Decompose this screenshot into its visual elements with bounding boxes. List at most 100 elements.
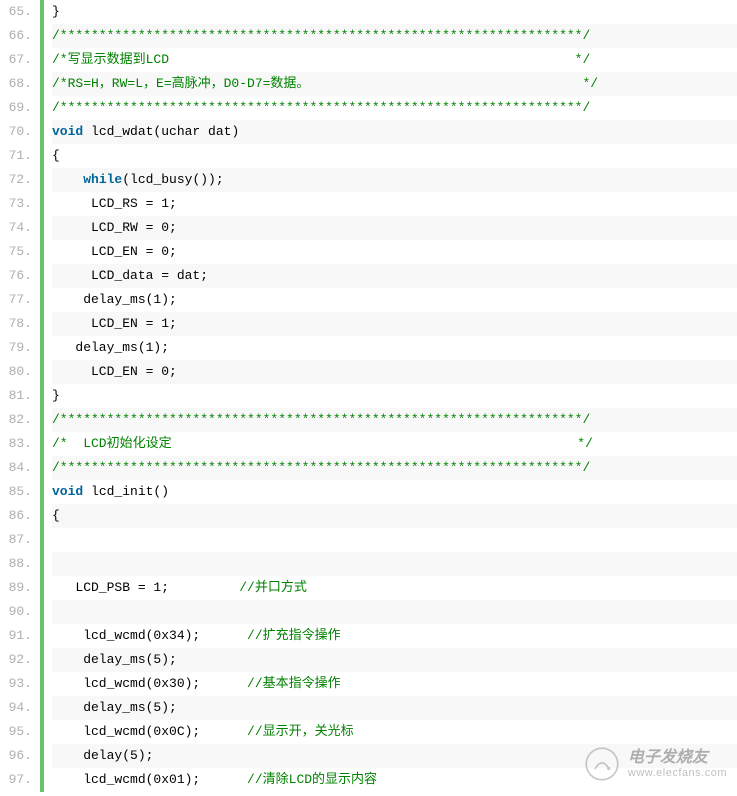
line-number: 69. bbox=[0, 96, 36, 120]
token-plain: delay_ms(1); bbox=[52, 336, 169, 360]
line-number: 89. bbox=[0, 576, 36, 600]
line-number: 65. bbox=[0, 0, 36, 24]
token-plain: delay_ms(1); bbox=[52, 288, 177, 312]
token-comment: /***************************************… bbox=[52, 96, 590, 120]
line-number: 97. bbox=[0, 768, 36, 792]
line-number: 95. bbox=[0, 720, 36, 744]
token-plain bbox=[52, 168, 83, 192]
code-line: { bbox=[52, 144, 737, 168]
token-plain: } bbox=[52, 384, 60, 408]
token-plain: lcd_wdat(uchar dat) bbox=[83, 120, 239, 144]
code-line: /*写显示数据到LCD */ bbox=[52, 48, 737, 72]
token-comment: /*RS=H，RW=L，E=高脉冲，D0-D7=数据。 */ bbox=[52, 72, 598, 96]
token-comment: /***************************************… bbox=[52, 24, 590, 48]
token-comment: //清除LCD的显示内容 bbox=[247, 768, 377, 792]
token-plain: lcd_init() bbox=[83, 480, 169, 504]
line-number: 75. bbox=[0, 240, 36, 264]
code-line: lcd_wcmd(0x0C); //显示开，关光标 bbox=[52, 720, 737, 744]
code-line: LCD_RW = 0; bbox=[52, 216, 737, 240]
line-number: 83. bbox=[0, 432, 36, 456]
line-number: 96. bbox=[0, 744, 36, 768]
code-line: } bbox=[52, 384, 737, 408]
code-line bbox=[52, 528, 737, 552]
token-plain: } bbox=[52, 0, 60, 24]
code-line: /***************************************… bbox=[52, 24, 737, 48]
line-number: 70. bbox=[0, 120, 36, 144]
token-comment: /***************************************… bbox=[52, 456, 590, 480]
line-number: 90. bbox=[0, 600, 36, 624]
line-number: 84. bbox=[0, 456, 36, 480]
token-comment: /* LCD初始化设定 */ bbox=[52, 432, 593, 456]
code-lines: }/**************************************… bbox=[44, 0, 737, 792]
token-plain: LCD_EN = 0; bbox=[52, 240, 177, 264]
line-number: 94. bbox=[0, 696, 36, 720]
code-line: LCD_EN = 0; bbox=[52, 360, 737, 384]
code-line: /***************************************… bbox=[52, 96, 737, 120]
code-line: lcd_wcmd(0x34); //扩充指令操作 bbox=[52, 624, 737, 648]
line-number: 73. bbox=[0, 192, 36, 216]
token-plain: lcd_wcmd(0x01); bbox=[52, 768, 247, 792]
token-plain: LCD_RS = 1; bbox=[52, 192, 177, 216]
code-line: LCD_EN = 0; bbox=[52, 240, 737, 264]
line-number: 81. bbox=[0, 384, 36, 408]
token-plain bbox=[52, 552, 60, 576]
token-plain: LCD_PSB = 1; bbox=[52, 576, 239, 600]
token-comment: /*写显示数据到LCD */ bbox=[52, 48, 590, 72]
line-number: 71. bbox=[0, 144, 36, 168]
token-plain bbox=[52, 600, 60, 624]
token-comment: //并口方式 bbox=[239, 576, 307, 600]
line-number: 87. bbox=[0, 528, 36, 552]
code-line: /*RS=H，RW=L，E=高脉冲，D0-D7=数据。 */ bbox=[52, 72, 737, 96]
code-line: delay_ms(1); bbox=[52, 336, 737, 360]
code-line: /* LCD初始化设定 */ bbox=[52, 432, 737, 456]
token-plain: (lcd_busy()); bbox=[122, 168, 223, 192]
code-line: void lcd_init() bbox=[52, 480, 737, 504]
code-line: /***************************************… bbox=[52, 408, 737, 432]
token-comment: //扩充指令操作 bbox=[247, 624, 341, 648]
line-number: 91. bbox=[0, 624, 36, 648]
token-plain: delay_ms(5); bbox=[52, 696, 177, 720]
token-plain: lcd_wcmd(0x0C); bbox=[52, 720, 247, 744]
token-plain: { bbox=[52, 144, 60, 168]
line-number: 80. bbox=[0, 360, 36, 384]
token-plain: LCD_EN = 1; bbox=[52, 312, 177, 336]
line-number: 78. bbox=[0, 312, 36, 336]
code-line: delay_ms(5); bbox=[52, 696, 737, 720]
token-plain: { bbox=[52, 504, 68, 528]
code-line bbox=[52, 600, 737, 624]
code-line: LCD_EN = 1; bbox=[52, 312, 737, 336]
token-plain: LCD_RW = 0; bbox=[52, 216, 177, 240]
code-line: while(lcd_busy()); bbox=[52, 168, 737, 192]
line-number: 93. bbox=[0, 672, 36, 696]
line-number: 76. bbox=[0, 264, 36, 288]
line-number-gutter: 65.66.67.68.69.70.71.72.73.74.75.76.77.7… bbox=[0, 0, 40, 792]
code-line: delay(5); bbox=[52, 744, 737, 768]
code-line: delay_ms(1); bbox=[52, 288, 737, 312]
token-comment: //显示开，关光标 bbox=[247, 720, 354, 744]
line-number: 79. bbox=[0, 336, 36, 360]
code-block: 65.66.67.68.69.70.71.72.73.74.75.76.77.7… bbox=[0, 0, 737, 792]
token-keyword: while bbox=[83, 168, 122, 192]
token-plain bbox=[52, 528, 60, 552]
line-number: 77. bbox=[0, 288, 36, 312]
token-comment: //基本指令操作 bbox=[247, 672, 341, 696]
token-keyword: void bbox=[52, 480, 83, 504]
token-plain: delay_ms(5); bbox=[52, 648, 177, 672]
line-number: 88. bbox=[0, 552, 36, 576]
token-plain: LCD_data = dat; bbox=[52, 264, 208, 288]
code-line: delay_ms(5); bbox=[52, 648, 737, 672]
token-plain: LCD_EN = 0; bbox=[52, 360, 185, 384]
token-plain: delay(5); bbox=[52, 744, 153, 768]
code-line: } bbox=[52, 0, 737, 24]
line-number: 86. bbox=[0, 504, 36, 528]
line-number: 85. bbox=[0, 480, 36, 504]
line-number: 92. bbox=[0, 648, 36, 672]
line-number: 68. bbox=[0, 72, 36, 96]
line-number: 66. bbox=[0, 24, 36, 48]
token-comment: /***************************************… bbox=[52, 408, 590, 432]
line-number: 82. bbox=[0, 408, 36, 432]
code-line: /***************************************… bbox=[52, 456, 737, 480]
code-line: LCD_data = dat; bbox=[52, 264, 737, 288]
line-number: 74. bbox=[0, 216, 36, 240]
code-line: lcd_wcmd(0x01); //清除LCD的显示内容 bbox=[52, 768, 737, 792]
